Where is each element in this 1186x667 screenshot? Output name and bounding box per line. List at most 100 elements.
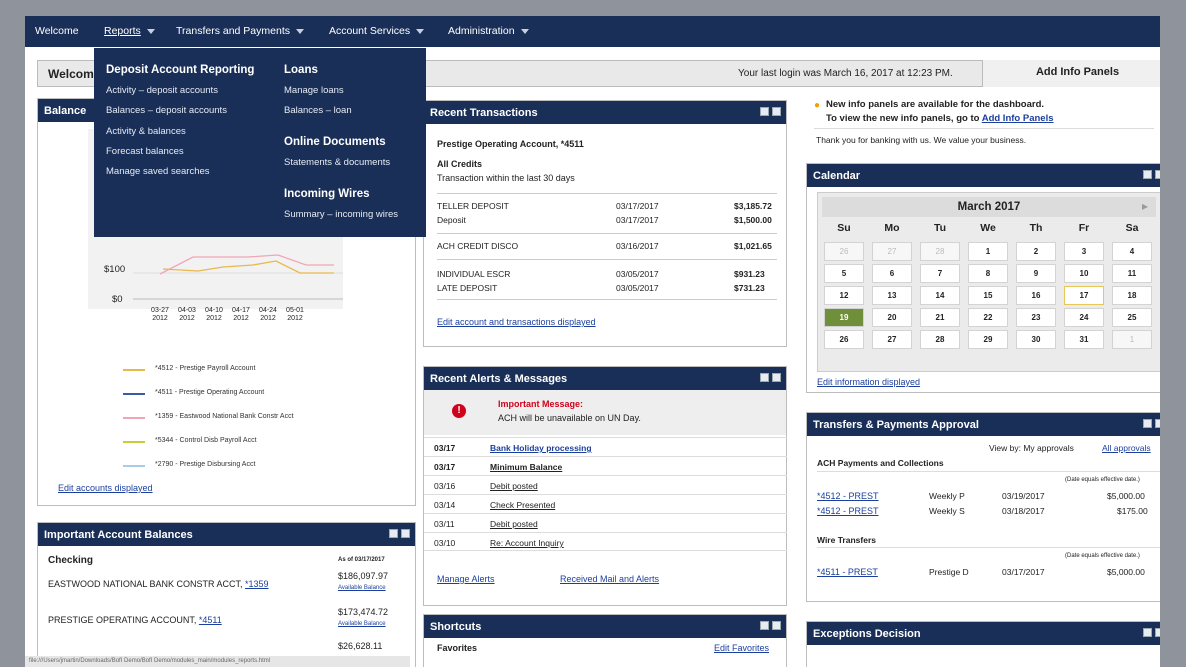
add-info-panels-link[interactable]: Add Info Panels <box>982 113 1054 124</box>
minimize-icon[interactable] <box>1143 170 1152 179</box>
calendar-day[interactable]: 1 <box>1112 330 1152 349</box>
alert-link[interactable]: Re: Account Inquiry <box>490 538 564 548</box>
calendar-day[interactable]: 9 <box>1016 264 1056 283</box>
received-mail-link[interactable]: Received Mail and Alerts <box>560 574 659 584</box>
menu-item[interactable]: Manage saved searches <box>106 166 210 177</box>
close-icon[interactable] <box>401 529 410 538</box>
minimize-icon[interactable] <box>760 621 769 630</box>
close-icon[interactable] <box>1155 419 1160 428</box>
calendar-day[interactable]: 12 <box>824 286 864 305</box>
alert-link[interactable]: Debit posted <box>490 481 538 491</box>
alert-row[interactable]: 03/10 Re: Account Inquiry <box>424 532 787 551</box>
account-selector[interactable]: Prestige Operating Account, *4511 <box>437 139 584 149</box>
alert-link[interactable]: Debit posted <box>490 519 538 529</box>
menu-item[interactable]: Summary – incoming wires <box>284 209 398 220</box>
calendar-day[interactable]: 31 <box>1064 330 1104 349</box>
alert-link[interactable]: Bank Holiday processing <box>490 443 592 453</box>
close-icon[interactable] <box>772 107 781 116</box>
calendar-day[interactable]: 10 <box>1064 264 1104 283</box>
next-month-icon[interactable]: ▸ <box>1142 199 1148 213</box>
calendar-day[interactable]: 11 <box>1112 264 1152 283</box>
all-approvals-link[interactable]: All approvals <box>1102 443 1151 453</box>
calendar-day[interactable]: 26 <box>824 330 864 349</box>
calendar-day[interactable]: 28 <box>920 330 960 349</box>
calendar-day[interactable]: 4 <box>1112 242 1152 261</box>
calendar-day[interactable]: 30 <box>1016 330 1056 349</box>
view-by-select[interactable]: View by: My approvals <box>989 443 1074 453</box>
calendar-day[interactable]: 17 <box>1064 286 1104 305</box>
alert-row[interactable]: 03/14 Check Presented <box>424 494 787 513</box>
account-link[interactable]: *4511 <box>199 615 222 625</box>
alert-row[interactable]: 03/17 Minimum Balance <box>424 456 787 475</box>
calendar-day[interactable]: 23 <box>1016 308 1056 327</box>
calendar-day[interactable]: 7 <box>920 264 960 283</box>
calendar-day[interactable]: 14 <box>920 286 960 305</box>
alert-link[interactable]: Check Presented <box>490 500 555 510</box>
legend-item: *1359 - Eastwood National Bank Constr Ac… <box>155 413 294 420</box>
calendar-day[interactable]: 20 <box>872 308 912 327</box>
minimize-icon[interactable] <box>1143 628 1152 637</box>
calendar-day[interactable]: 5 <box>824 264 864 283</box>
reports-dropdown-menu: Deposit Account Reporting Activity – dep… <box>94 48 426 237</box>
menu-item[interactable]: Statements & documents <box>284 157 390 168</box>
calendar-day[interactable]: 19 <box>824 308 864 327</box>
minimize-icon[interactable] <box>760 107 769 116</box>
ach-account-link[interactable]: *4512 - PREST <box>817 491 879 501</box>
calendar-day[interactable]: 1 <box>968 242 1008 261</box>
alert-row[interactable]: 03/17 Bank Holiday processing <box>424 437 787 456</box>
add-info-panels-button[interactable]: Add Info Panels <box>982 60 1160 87</box>
ach-account-link[interactable]: *4512 - PREST <box>817 506 879 516</box>
manage-alerts-link[interactable]: Manage Alerts <box>437 574 495 584</box>
calendar-day[interactable]: 13 <box>872 286 912 305</box>
calendar-day[interactable]: 16 <box>1016 286 1056 305</box>
edit-favorites-link[interactable]: Edit Favorites <box>714 643 769 653</box>
ach-date: 03/19/2017 <box>1002 491 1045 501</box>
close-icon[interactable] <box>1155 170 1160 179</box>
calendar-day[interactable]: 6 <box>872 264 912 283</box>
calendar-day[interactable]: 27 <box>872 330 912 349</box>
divider <box>437 299 777 300</box>
account-link[interactable]: *1359 <box>245 579 269 589</box>
menu-item[interactable]: Manage loans <box>284 85 344 96</box>
close-icon[interactable] <box>1155 628 1160 637</box>
menu-item[interactable]: Balances – deposit accounts <box>106 105 227 116</box>
calendar-day[interactable]: 26 <box>824 242 864 261</box>
nav-account-services[interactable]: Account Services <box>329 25 425 37</box>
nav-reports[interactable]: Reports <box>104 25 155 37</box>
calendar-day[interactable]: 18 <box>1112 286 1152 305</box>
edit-accounts-link[interactable]: Edit accounts displayed <box>58 483 153 493</box>
alert-row[interactable]: 03/11 Debit posted <box>424 513 787 532</box>
menu-item[interactable]: Activity & balances <box>106 126 186 137</box>
calendar-day[interactable]: 28 <box>920 242 960 261</box>
menu-item[interactable]: Forecast balances <box>106 146 184 157</box>
alert-link[interactable]: Minimum Balance <box>490 462 562 472</box>
calendar-day[interactable]: 29 <box>968 330 1008 349</box>
nav-transfers[interactable]: Transfers and Payments <box>176 25 304 37</box>
calendar-day[interactable]: 22 <box>968 308 1008 327</box>
minimize-icon[interactable] <box>760 373 769 382</box>
alert-row[interactable]: 03/16 Debit posted <box>424 475 787 494</box>
account-amount: $173,474.72 <box>338 607 389 617</box>
calendar-day[interactable]: 24 <box>1064 308 1104 327</box>
calendar-day[interactable]: 25 <box>1112 308 1152 327</box>
calendar-day[interactable]: 8 <box>968 264 1008 283</box>
edit-transactions-link[interactable]: Edit account and transactions displayed <box>437 317 596 327</box>
nav-administration[interactable]: Administration <box>448 25 529 37</box>
calendar-day[interactable]: 15 <box>968 286 1008 305</box>
wire-account-link[interactable]: *4511 - PREST <box>817 567 878 577</box>
calendar-day[interactable]: 27 <box>872 242 912 261</box>
nav-welcome[interactable]: Welcome <box>35 25 79 37</box>
menu-item[interactable]: Balances – loan <box>284 105 352 116</box>
close-icon[interactable] <box>772 621 781 630</box>
close-icon[interactable] <box>772 373 781 382</box>
minimize-icon[interactable] <box>389 529 398 538</box>
available-balance-link[interactable]: Available Balance <box>338 585 386 591</box>
app-window: Welcome Reports Transfers and Payments A… <box>25 16 1160 667</box>
minimize-icon[interactable] <box>1143 419 1152 428</box>
edit-information-link[interactable]: Edit information displayed <box>817 377 920 387</box>
available-balance-link[interactable]: Available Balance <box>338 621 386 627</box>
calendar-day[interactable]: 3 <box>1064 242 1104 261</box>
menu-item[interactable]: Activity – deposit accounts <box>106 85 218 96</box>
calendar-day[interactable]: 2 <box>1016 242 1056 261</box>
calendar-day[interactable]: 21 <box>920 308 960 327</box>
